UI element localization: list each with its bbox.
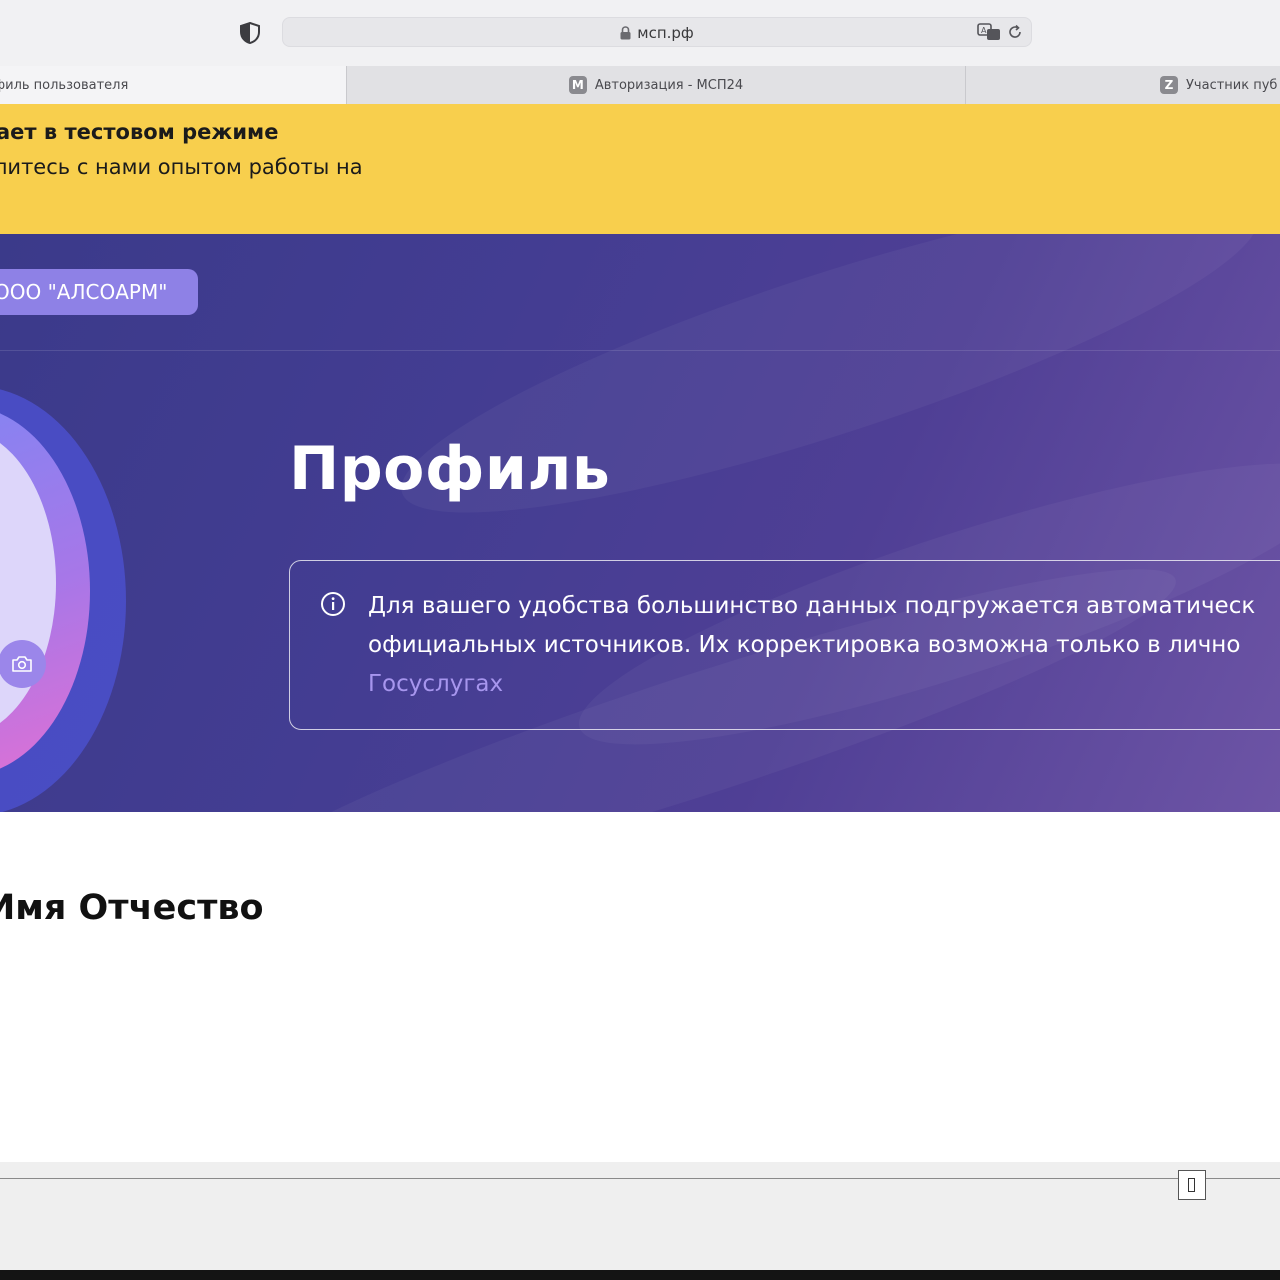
- bottom-bar: [0, 1270, 1280, 1280]
- info-icon: [321, 592, 345, 616]
- page-title: Профиль: [289, 434, 611, 504]
- organization-chip[interactable]: ООО "АЛСОАРМ": [0, 269, 198, 315]
- url-text[interactable]: мсп.рф: [637, 24, 693, 42]
- z-favicon-icon: Z: [1160, 76, 1178, 94]
- msp24-favicon-icon: M: [568, 76, 587, 94]
- gosuslugi-link[interactable]: Госуслугах: [368, 665, 1280, 704]
- browser-toolbar: мсп.рф A: [0, 0, 1280, 66]
- reload-icon[interactable]: [1007, 24, 1023, 40]
- hero-divider: [0, 350, 1280, 351]
- address-bar[interactable]: мсп.рф A: [282, 17, 1032, 47]
- tab-user-profile[interactable]: филь пользователя: [0, 66, 346, 104]
- tab-label: филь пользователя: [0, 77, 129, 93]
- tab-label: Участник пуб: [1186, 77, 1278, 93]
- tab-authorization[interactable]: M Авторизация - МСП24: [346, 66, 966, 104]
- tab-label: Авторизация - МСП24: [594, 77, 744, 93]
- tab-participant[interactable]: Z Участник пуб: [966, 66, 1280, 104]
- shield-icon[interactable]: [239, 22, 261, 44]
- camera-icon: [12, 656, 32, 672]
- profile-hero: ООО "АЛСОАРМ" Профиль Для вашего удобств…: [0, 234, 1280, 812]
- info-line-2: официальных источников. Их корректировка…: [368, 632, 1241, 658]
- info-text: Для вашего удобства большинство данных п…: [368, 587, 1280, 704]
- organization-name: ООО "АЛСОАРМ": [0, 280, 168, 304]
- timeline-track[interactable]: [0, 1178, 1280, 1179]
- translate-icon[interactable]: A: [977, 23, 1001, 41]
- timeline-handle[interactable]: [1178, 1170, 1206, 1200]
- info-line-1: Для вашего удобства большинство данных п…: [368, 593, 1256, 619]
- tab-bar: филь пользователя M Авторизация - МСП24 …: [0, 66, 1280, 105]
- banner-title: ает в тестовом режиме: [0, 120, 279, 144]
- svg-text:A: A: [981, 26, 987, 35]
- change-photo-button[interactable]: [0, 640, 46, 688]
- info-notice: Для вашего удобства большинство данных п…: [289, 560, 1280, 730]
- user-fullname: Имя Отчество: [0, 888, 264, 928]
- lock-icon: [620, 26, 631, 40]
- banner-text: литесь с нами опытом работы на: [0, 155, 363, 179]
